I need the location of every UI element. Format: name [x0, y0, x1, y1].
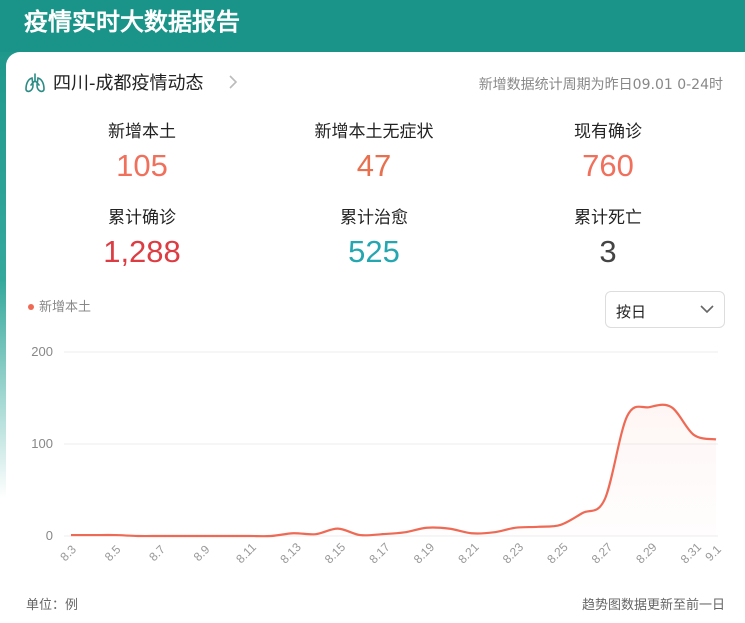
x-tick-label: 8.11 — [233, 540, 259, 566]
region-card: 四川-成都疫情动态 新增数据统计周期为昨日09.01 0-24时 新增本土 10… — [6, 52, 745, 623]
x-tick-label: 8.17 — [366, 540, 393, 567]
series-area — [71, 404, 716, 537]
x-tick-label: 8.3 — [57, 542, 79, 564]
x-tick-label: 8.21 — [455, 540, 482, 567]
x-tick-label: 8.19 — [411, 540, 438, 567]
y-tick-label: 100 — [31, 436, 53, 451]
trend-chart: 0 100 200 8.3 8.5 8.7 8.9 8.11 8.13 8.15 8.17 8.19… — [31, 344, 724, 567]
page-title: 疫情实时大数据报告 — [24, 8, 240, 36]
x-tick-label: 8.15 — [322, 540, 349, 567]
x-tick-label: 8.29 — [633, 540, 660, 567]
x-tick-label: 8.7 — [146, 542, 168, 564]
trend-note: 趋势图数据更新至前一日 — [581, 598, 725, 613]
x-tick-label: 8.25 — [544, 540, 571, 567]
x-tick-label: 8.23 — [500, 540, 527, 567]
x-tick-label: 8.9 — [191, 542, 213, 564]
x-tick-label: 8.5 — [102, 542, 124, 564]
y-tick-label: 200 — [31, 344, 53, 359]
unit-label: 单位：例 — [26, 598, 79, 613]
x-tick-label: 9.1 — [702, 542, 724, 564]
y-tick-label: 0 — [46, 528, 53, 543]
x-tick-label: 8.31 — [678, 540, 705, 567]
x-tick-label: 8.27 — [589, 540, 616, 567]
x-tick-label: 8.13 — [277, 540, 304, 567]
app-header: 疫情实时大数据报告 — [0, 0, 745, 52]
